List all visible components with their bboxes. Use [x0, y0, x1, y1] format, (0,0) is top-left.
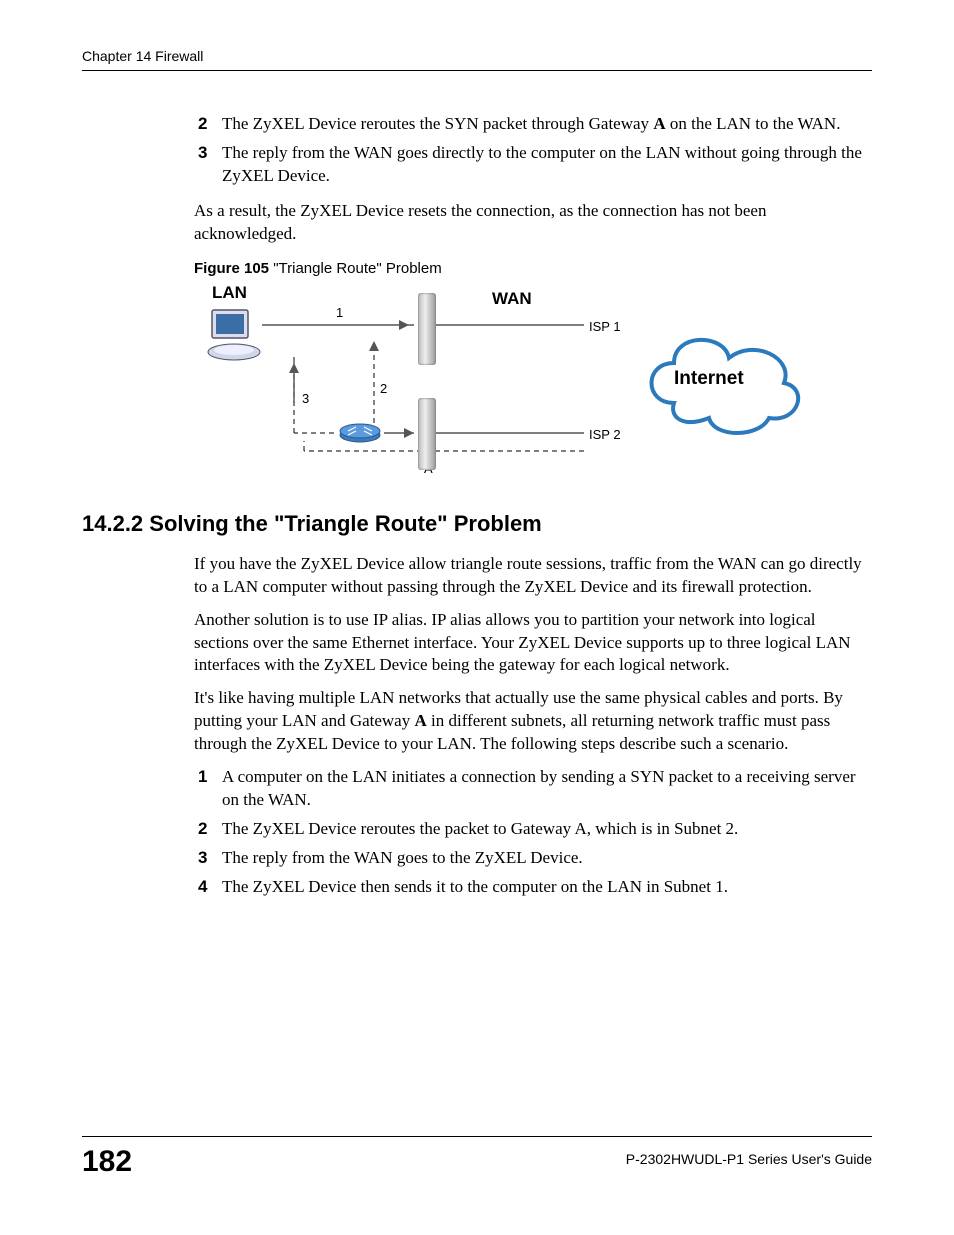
internet-label: Internet	[674, 368, 744, 390]
isp2-label: ISP 2	[589, 427, 621, 442]
numbered-list-2: 1 A computer on the LAN initiates a conn…	[194, 766, 872, 899]
list-text: The reply from the WAN goes to the ZyXEL…	[222, 847, 872, 870]
arrow-label-2: 2	[380, 381, 387, 396]
router-icon	[338, 419, 382, 443]
list-number: 1	[198, 766, 222, 812]
list-item: 2 The ZyXEL Device reroutes the SYN pack…	[198, 113, 872, 136]
guide-title: P-2302HWUDL-P1 Series User's Guide	[626, 1145, 872, 1167]
paragraph: It's like having multiple LAN networks t…	[194, 687, 872, 756]
list-text: The ZyXEL Device then sends it to the co…	[222, 876, 872, 899]
list-item: 4 The ZyXEL Device then sends it to the …	[198, 876, 872, 899]
list-text: The ZyXEL Device reroutes the packet to …	[222, 818, 872, 841]
chapter-title: Chapter 14 Firewall	[82, 48, 203, 64]
figure-title: "Triangle Route" Problem	[269, 260, 442, 277]
section-heading: 14.2.2 Solving the "Triangle Route" Prob…	[82, 511, 872, 537]
list-item: 2 The ZyXEL Device reroutes the packet t…	[198, 818, 872, 841]
list-text: A computer on the LAN initiates a connec…	[222, 766, 872, 812]
list-number: 2	[198, 113, 222, 136]
list-number: 3	[198, 847, 222, 870]
paragraph: If you have the ZyXEL Device allow trian…	[194, 553, 872, 599]
gateway-1-icon	[418, 293, 436, 365]
figure-triangle-route: LAN WAN 1 2 3 A ISP 1 ISP 2	[194, 283, 834, 483]
list-text: The reply from the WAN goes directly to …	[222, 142, 872, 188]
paragraph: As a result, the ZyXEL Device resets the…	[194, 200, 872, 246]
list-item: 1 A computer on the LAN initiates a conn…	[198, 766, 872, 812]
page-header: Chapter 14 Firewall	[82, 48, 872, 71]
content-area: 2 The ZyXEL Device reroutes the SYN pack…	[82, 113, 872, 899]
figure-label: Figure 105	[194, 260, 269, 277]
arrow-label-1: 1	[336, 305, 343, 320]
computer-icon	[204, 308, 264, 363]
numbered-list-1: 2 The ZyXEL Device reroutes the SYN pack…	[194, 113, 872, 188]
wan-label: WAN	[492, 289, 532, 309]
paragraph: Another solution is to use IP alias. IP …	[194, 609, 872, 678]
lan-label: LAN	[212, 283, 247, 303]
list-item: 3 The reply from the WAN goes directly t…	[198, 142, 872, 188]
list-number: 3	[198, 142, 222, 188]
gateway-a-icon	[418, 398, 436, 470]
isp1-label: ISP 1	[589, 319, 621, 334]
page-number: 182	[82, 1145, 132, 1179]
figure-caption: Figure 105 "Triangle Route" Problem	[194, 260, 872, 277]
list-number: 2	[198, 818, 222, 841]
list-text: The ZyXEL Device reroutes the SYN packet…	[222, 113, 872, 136]
page-footer: 182 P-2302HWUDL-P1 Series User's Guide	[82, 1136, 872, 1179]
list-number: 4	[198, 876, 222, 899]
arrow-label-3: 3	[302, 391, 309, 406]
list-item: 3 The reply from the WAN goes to the ZyX…	[198, 847, 872, 870]
page: Chapter 14 Firewall 2 The ZyXEL Device r…	[0, 0, 954, 1235]
